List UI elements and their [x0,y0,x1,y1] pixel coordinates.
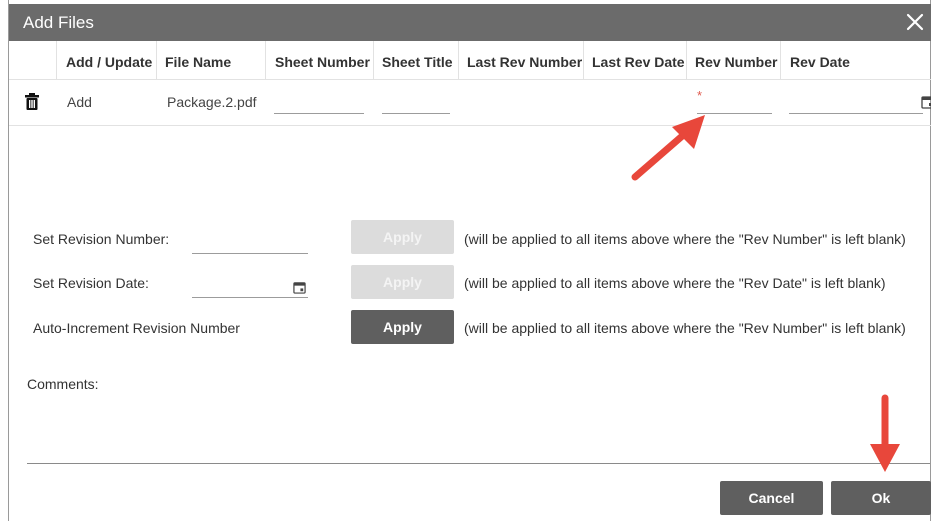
trash-icon[interactable] [25,93,39,110]
required-marker: * [697,88,703,103]
header-sheet-number: Sheet Number [275,54,370,70]
header-last-rev-number: Last Rev Number [467,54,583,70]
ok-button[interactable]: Ok [831,481,931,515]
header-rev-date: Rev Date [790,54,850,70]
sheet-title-input[interactable] [382,113,450,114]
set-revision-date-input[interactable] [192,297,308,298]
add-files-dialog: Add Files Add / Update File Name Sheet N… [8,0,931,521]
row-file-name: Package.2.pdf [167,94,257,110]
header-last-rev-date: Last Rev Date [592,54,685,70]
dialog-titlebar: Add Files [9,4,931,41]
comments-input[interactable] [27,463,930,464]
table-row: Add Package.2.pdf [9,80,931,126]
header-rev-number: Rev Number [695,54,778,70]
set-revision-number-input[interactable] [192,253,308,254]
calendar-icon[interactable] [921,95,931,109]
calendar-icon[interactable] [293,281,306,294]
header-file-name: File Name [165,54,232,70]
dialog-title: Add Files [23,13,94,32]
header-sheet-title: Sheet Title [382,54,453,70]
apply-revision-number-button[interactable]: Apply [351,220,454,254]
rev-number-input[interactable] [697,113,772,114]
apply-revision-date-button[interactable]: Apply [351,265,454,299]
auto-increment-note: (will be applied to all items above wher… [464,320,906,336]
comments-label: Comments: [27,376,99,392]
set-revision-date-label: Set Revision Date: [33,275,149,291]
close-icon[interactable] [904,11,926,33]
table-header: Add / Update File Name Sheet Number Shee… [9,41,931,80]
row-action: Add [67,94,92,110]
set-revision-number-label: Set Revision Number: [33,231,170,247]
sheet-number-input[interactable] [274,113,364,114]
apply-auto-increment-button[interactable]: Apply [351,310,454,344]
rev-date-input[interactable] [789,113,923,114]
cancel-button[interactable]: Cancel [720,481,823,515]
auto-increment-label: Auto-Increment Revision Number [33,320,240,336]
revision-date-note: (will be applied to all items above wher… [464,275,886,291]
header-add-update: Add / Update [66,54,153,70]
revision-number-note: (will be applied to all items above wher… [464,231,906,247]
